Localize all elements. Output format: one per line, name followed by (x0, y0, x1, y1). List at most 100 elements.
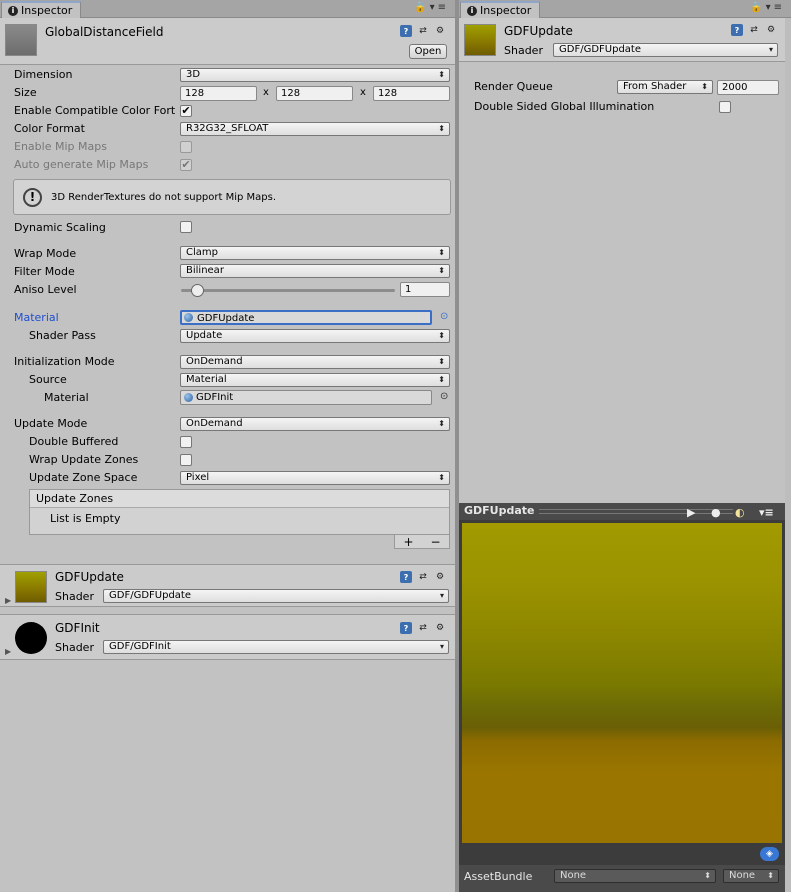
mip-label: Enable Mip Maps (14, 140, 107, 153)
mat1-shader-dropdown[interactable]: GDF/GDFUpdate ▾ (103, 589, 449, 603)
preview-header[interactable]: GDFUpdate ▶ ● ◐ ▾≡ (459, 503, 785, 520)
mat2-shader-dropdown[interactable]: GDF/GDFInit ▾ (103, 640, 449, 654)
gear-icon[interactable]: ⚙ (434, 622, 446, 634)
help-icon[interactable]: ? (400, 571, 412, 583)
preset-icon[interactable]: ⇄ (417, 25, 429, 37)
left-tab-bar: i Inspector 🔒▾≡ (0, 0, 455, 18)
source-dropdown[interactable]: Material ⬍ (180, 373, 450, 387)
double-buffered-checkbox[interactable] (180, 436, 192, 448)
material-picker-icon[interactable]: ⊙ (440, 311, 448, 322)
dynamic-scaling-checkbox[interactable] (180, 221, 192, 233)
wrap-zones-checkbox[interactable] (180, 454, 192, 466)
mat1-shader-label: Shader (55, 590, 94, 603)
compat-checkbox[interactable]: ✔ (180, 105, 192, 117)
lighting-icon[interactable]: ◐ (735, 505, 745, 521)
size-label: Size (14, 86, 37, 99)
material-preview[interactable] (459, 520, 785, 843)
color-format-dropdown[interactable]: R32G32_SFLOAT ⬍ (180, 122, 450, 136)
preset-icon[interactable]: ⇄ (417, 571, 429, 583)
open-button[interactable]: Open (409, 44, 447, 59)
aniso-field[interactable]: 1 (400, 282, 450, 297)
dimension-dropdown[interactable]: 3D ⬍ (180, 68, 450, 82)
double-buffered-label: Double Buffered (29, 435, 119, 448)
preset-icon[interactable]: ⇄ (748, 24, 760, 36)
init-mode-label: Initialization Mode (14, 355, 115, 368)
gear-icon[interactable]: ⚙ (434, 25, 446, 37)
aniso-slider-track[interactable] (181, 289, 395, 292)
foldout-arrow-icon[interactable]: ▶ (5, 596, 11, 605)
init-material-icon (184, 393, 193, 402)
dimension-label: Dimension (14, 68, 73, 81)
help-icon[interactable]: ? (400, 622, 412, 634)
header-icons: ? ⇄ ⚙ (731, 24, 777, 36)
size-z-field[interactable]: 128 (373, 86, 450, 101)
help-text: 3D RenderTextures do not support Mip Map… (51, 192, 277, 203)
update-mode-dropdown[interactable]: OnDemand ⬍ (180, 417, 450, 431)
lock-menu-icons[interactable]: 🔒▾≡ (750, 2, 785, 13)
preset-icon[interactable]: ⇄ (417, 622, 429, 634)
sphere-preview-icon[interactable]: ● (711, 505, 721, 521)
wrap-mode-value: Clamp (186, 247, 218, 258)
material-field[interactable]: GDFUpdate (180, 310, 432, 325)
drag-grip[interactable] (539, 509, 733, 514)
info-icon: i (467, 5, 477, 16)
material-value: GDFUpdate (197, 313, 255, 324)
init-mode-dropdown[interactable]: OnDemand ⬍ (180, 355, 450, 369)
tab-inspector[interactable]: i Inspector (460, 1, 541, 18)
preview-image (462, 523, 782, 843)
play-icon[interactable]: ▶ (687, 505, 695, 521)
render-queue-field[interactable]: 2000 (717, 80, 779, 95)
menu-icon[interactable]: ▾≡ (759, 505, 774, 521)
update-zones-header: Update Zones (30, 490, 449, 508)
right-tab-bar: i Inspector 🔒▾≡ (459, 0, 791, 18)
lock-menu-icons[interactable]: 🔒▾≡ (414, 2, 449, 13)
right-scrollbar[interactable] (785, 18, 791, 892)
zone-space-dropdown[interactable]: Pixel ⬍ (180, 471, 450, 485)
label-tag-icon[interactable]: ◈ (760, 847, 779, 861)
material-header: GDFUpdate Shader GDF/GDFUpdate ▾ ? ⇄ ⚙ (459, 18, 785, 62)
update-zones-list: Update Zones List is Empty (29, 489, 450, 535)
mat1-title: GDFUpdate (55, 570, 124, 584)
help-icon[interactable]: ? (731, 24, 743, 36)
auto-mip-checkbox: ✔ (180, 158, 192, 171)
auto-mip-label: Auto generate Mip Maps (14, 158, 149, 171)
tab-inspector[interactable]: i Inspector (1, 1, 82, 18)
source-label: Source (29, 373, 67, 386)
size-y-field[interactable]: 128 (276, 86, 353, 101)
assetbundle-variant-value: None (729, 870, 756, 881)
source-value: Material (186, 374, 227, 385)
gear-icon[interactable]: ⚙ (765, 24, 777, 36)
rendertexture-thumbnail (5, 24, 37, 56)
compat-label: Enable Compatible Color Fort (14, 104, 176, 117)
preview-footer: ◈ (459, 843, 785, 865)
render-queue-dropdown[interactable]: From Shader ⬍ (617, 80, 713, 94)
dsgi-checkbox[interactable] (719, 101, 731, 113)
shader-dropdown[interactable]: GDF/GDFUpdate ▾ (553, 43, 778, 57)
wrap-mode-label: Wrap Mode (14, 247, 77, 260)
remove-element-button[interactable]: − (430, 536, 440, 548)
wrap-mode-dropdown[interactable]: Clamp ⬍ (180, 246, 450, 260)
size-x-field[interactable]: 128 (180, 86, 257, 101)
material-title: GDFUpdate (504, 24, 573, 38)
header-icons: ? ⇄ ⚙ (400, 25, 446, 37)
gear-icon[interactable]: ⚙ (434, 571, 446, 583)
init-material-field[interactable]: GDFInit (180, 390, 432, 405)
help-icon[interactable]: ? (400, 25, 412, 37)
assetbundle-variant-dropdown[interactable]: None ⬍ (723, 869, 779, 883)
help-box: ! 3D RenderTextures do not support Mip M… (13, 179, 451, 215)
shader-pass-dropdown[interactable]: Update ⬍ (180, 329, 450, 343)
update-mode-value: OnDemand (186, 418, 243, 429)
mat2-shader-label: Shader (55, 641, 94, 654)
zone-space-label: Update Zone Space (29, 471, 138, 484)
add-element-button[interactable]: + (403, 536, 413, 548)
filter-mode-dropdown[interactable]: Bilinear ⬍ (180, 264, 450, 278)
list-footer: + − (394, 535, 450, 549)
aniso-slider-knob[interactable] (191, 284, 204, 297)
preview-title: GDFUpdate (464, 504, 535, 517)
update-mode-label: Update Mode (14, 417, 88, 430)
init-material-label: Material (44, 391, 89, 404)
init-material-picker-icon[interactable]: ⊙ (440, 391, 448, 402)
assetbundle-name-dropdown[interactable]: None ⬍ (554, 869, 716, 883)
foldout-arrow-icon[interactable]: ▶ (5, 647, 11, 656)
assetbundle-name-value: None (560, 870, 587, 881)
